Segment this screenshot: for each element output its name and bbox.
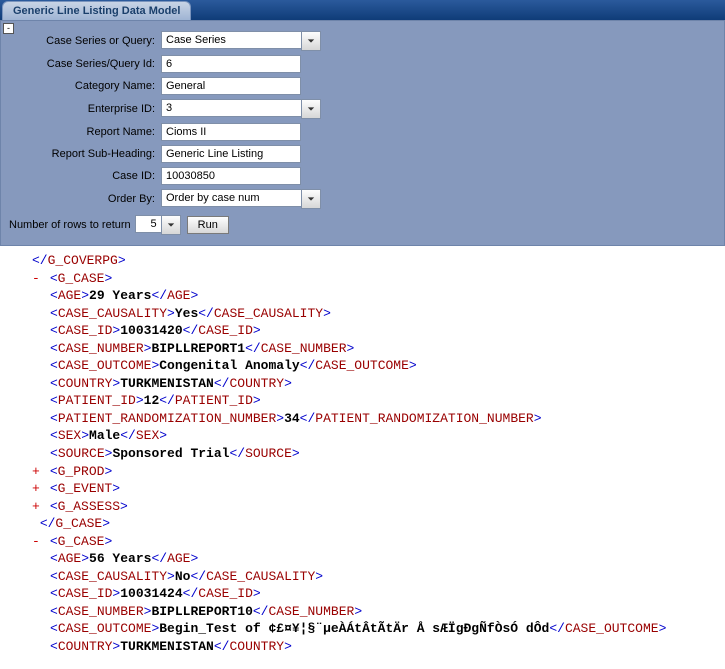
label-sub-heading: Report Sub-Heading: bbox=[5, 148, 161, 160]
xml-line: <SOURCE>Sponsored Trial</SOURCE> bbox=[4, 445, 721, 463]
xml-line: <SEX>Male</SEX> bbox=[4, 427, 721, 445]
input-report-name[interactable] bbox=[161, 123, 301, 141]
label-enterprise-id: Enterprise ID: bbox=[5, 103, 161, 115]
tab-data-model[interactable]: Generic Line Listing Data Model bbox=[2, 1, 191, 20]
xml-line: <CASE_NUMBER>BIPLLREPORT1</CASE_NUMBER> bbox=[4, 340, 721, 358]
xml-line: <AGE>56 Years</AGE> bbox=[4, 550, 721, 568]
expand-toggle-plus[interactable]: + bbox=[32, 498, 42, 516]
xml-line: <CASE_CAUSALITY>No</CASE_CAUSALITY> bbox=[4, 568, 721, 586]
xml-output: </G_COVERPG> - <G_CASE> <AGE>29 Years</A… bbox=[0, 246, 725, 660]
label-case-series-id: Case Series/Query Id: bbox=[5, 58, 161, 70]
xml-line: <CASE_CAUSALITY>Yes</CASE_CAUSALITY> bbox=[4, 305, 721, 323]
input-category-name[interactable] bbox=[161, 77, 301, 95]
xml-line: </G_COVERPG> bbox=[4, 252, 721, 270]
input-rows-to-return[interactable] bbox=[135, 215, 161, 233]
label-case-id: Case ID: bbox=[5, 170, 161, 182]
input-case-id[interactable] bbox=[161, 167, 301, 185]
input-enterprise-id[interactable] bbox=[161, 99, 301, 117]
xml-line: <CASE_ID>10031424</CASE_ID> bbox=[4, 585, 721, 603]
dropdown-case-series-query[interactable] bbox=[301, 31, 321, 51]
xml-line: <AGE>29 Years</AGE> bbox=[4, 287, 721, 305]
chevron-down-icon bbox=[307, 105, 315, 113]
xml-line: <PATIENT_ID>12</PATIENT_ID> bbox=[4, 392, 721, 410]
collapse-toggle-minus[interactable]: - bbox=[32, 270, 42, 288]
label-case-series-query: Case Series or Query: bbox=[5, 35, 161, 47]
label-order-by: Order By: bbox=[5, 193, 161, 205]
chevron-down-icon bbox=[167, 221, 175, 229]
input-case-series-id[interactable] bbox=[161, 55, 301, 73]
xml-line: <CASE_ID>10031420</CASE_ID> bbox=[4, 322, 721, 340]
xml-line: <COUNTRY>TURKMENISTAN</COUNTRY> bbox=[4, 375, 721, 393]
xml-line: <CASE_OUTCOME>Congenital Anomaly</CASE_O… bbox=[4, 357, 721, 375]
label-report-name: Report Name: bbox=[5, 126, 161, 138]
xml-line: <COUNTRY>TURKMENISTAN</COUNTRY> bbox=[4, 638, 721, 656]
parameter-form: - Case Series or Query: Case Series/Quer… bbox=[0, 20, 725, 246]
label-rows-to-return: Number of rows to return bbox=[5, 219, 135, 231]
xml-line: - <G_CASE> bbox=[4, 533, 721, 551]
run-button[interactable]: Run bbox=[187, 216, 229, 234]
dropdown-order-by[interactable] bbox=[301, 189, 321, 209]
input-order-by[interactable] bbox=[161, 189, 301, 207]
expand-toggle-plus[interactable]: + bbox=[32, 463, 42, 481]
expand-toggle-plus[interactable]: + bbox=[32, 480, 42, 498]
xml-line: - <G_CASE> bbox=[4, 270, 721, 288]
xml-line: + <G_ASSESS> bbox=[4, 498, 721, 516]
xml-line: <PATIENT_RANDOMIZATION_NUMBER>34</PATIEN… bbox=[4, 410, 721, 428]
dropdown-rows-to-return[interactable] bbox=[161, 215, 181, 235]
input-case-series-query[interactable] bbox=[161, 31, 301, 49]
xml-line: </G_CASE> bbox=[4, 515, 721, 533]
label-category-name: Category Name: bbox=[5, 80, 161, 92]
input-sub-heading[interactable] bbox=[161, 145, 301, 163]
collapse-toggle-minus[interactable]: - bbox=[32, 533, 42, 551]
chevron-down-icon bbox=[307, 195, 315, 203]
xml-line: <CASE_OUTCOME>Begin_Test of ¢£¤¥¦§¨µeÀÁt… bbox=[4, 620, 721, 638]
xml-line: <CASE_NUMBER>BIPLLREPORT10</CASE_NUMBER> bbox=[4, 603, 721, 621]
xml-line: + <G_EVENT> bbox=[4, 480, 721, 498]
dropdown-enterprise-id[interactable] bbox=[301, 99, 321, 119]
window-titlebar: Generic Line Listing Data Model bbox=[0, 0, 725, 20]
xml-line: + <G_PROD> bbox=[4, 463, 721, 481]
collapse-toggle[interactable]: - bbox=[3, 23, 14, 34]
chevron-down-icon bbox=[307, 37, 315, 45]
